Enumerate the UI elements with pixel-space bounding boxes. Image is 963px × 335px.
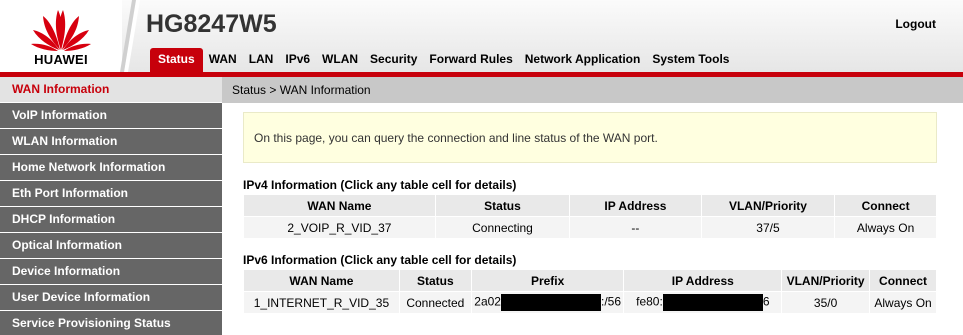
header: HUAWEI HG8247W5 Logout Status WAN LAN IP… [0, 0, 963, 72]
tab-security[interactable]: Security [364, 48, 423, 72]
breadcrumb: Status > WAN Information [222, 77, 963, 103]
logout-link[interactable]: Logout [895, 17, 936, 31]
ip-address-cell[interactable]: fe80: 6 [623, 291, 783, 314]
tab-system-tools[interactable]: System Tools [646, 48, 735, 72]
prefix-start: 2a02 [474, 294, 501, 309]
column-header: Prefix [470, 269, 625, 292]
sidebar-item-eth-port-information[interactable]: Eth Port Information [0, 181, 222, 207]
tab-status[interactable]: Status [150, 48, 203, 72]
page-description: On this page, you can query the connecti… [243, 112, 937, 163]
wan-name-cell[interactable]: 1_INTERNET_R_VID_35 [243, 291, 400, 314]
huawei-flower-icon [31, 10, 91, 51]
tab-ipv6[interactable]: IPv6 [279, 48, 316, 72]
table-row[interactable]: 2_VOIP_R_VID_37 Connecting -- 37/5 Alway… [243, 216, 937, 239]
table-header-row: WAN Name Status Prefix IP Address VLAN/P… [243, 269, 937, 292]
vlan-priority-cell[interactable]: 37/5 [700, 216, 836, 239]
column-header: WAN Name [243, 194, 436, 217]
header-divider [120, 0, 140, 72]
ipv4-section-title: IPv4 Information (Click any table cell f… [243, 178, 517, 192]
sidebar-item-optical-information[interactable]: Optical Information [0, 233, 222, 259]
sidebar-item-home-network-information[interactable]: Home Network Information [0, 155, 222, 181]
column-header: Status [434, 194, 571, 217]
huawei-logo: HUAWEI [0, 0, 122, 72]
redaction-box [500, 294, 601, 311]
main-nav: Status WAN LAN IPv6 WLAN Security Forwar… [150, 48, 735, 72]
tab-network-application[interactable]: Network Application [519, 48, 647, 72]
ip-address-cell[interactable]: -- [569, 216, 702, 239]
column-header: Status [398, 269, 472, 292]
sidebar-item-service-provisioning-status[interactable]: Service Provisioning Status [0, 311, 222, 335]
ipv4-table: WAN Name Status IP Address VLAN/Priority… [243, 194, 937, 239]
ipv6-table: WAN Name Status Prefix IP Address VLAN/P… [243, 269, 937, 314]
wan-name-cell[interactable]: 2_VOIP_R_VID_37 [243, 216, 436, 239]
tab-wan[interactable]: WAN [203, 48, 243, 72]
sidebar-item-user-device-information[interactable]: User Device Information [0, 285, 222, 311]
connect-cell[interactable]: Always On [834, 216, 937, 239]
sidebar-item-device-information[interactable]: Device Information [0, 259, 222, 285]
logo-text: HUAWEI [34, 52, 88, 67]
status-cell[interactable]: Connecting [434, 216, 571, 239]
tab-lan[interactable]: LAN [243, 48, 280, 72]
model-title: HG8247W5 [146, 10, 277, 38]
tab-forward-rules[interactable]: Forward Rules [423, 48, 518, 72]
sidebar-item-wlan-information[interactable]: WLAN Information [0, 129, 222, 155]
column-header: IP Address [569, 194, 702, 217]
tab-wlan[interactable]: WLAN [316, 48, 364, 72]
table-header-row: WAN Name Status IP Address VLAN/Priority… [243, 194, 937, 217]
vlan-priority-cell[interactable]: 35/0 [781, 291, 871, 314]
ipv6-section-title: IPv6 Information (Click any table cell f… [243, 253, 517, 267]
column-header: VLAN/Priority [781, 269, 871, 292]
connect-cell[interactable]: Always On [869, 291, 937, 314]
status-cell[interactable]: Connected [398, 291, 472, 314]
column-header: IP Address [623, 269, 783, 292]
column-header: Connect [834, 194, 937, 217]
sidebar-item-voip-information[interactable]: VoIP Information [0, 103, 222, 129]
redaction-box [662, 294, 763, 311]
ip-start: fe80: [636, 294, 663, 309]
column-header: Connect [869, 269, 937, 292]
column-header: WAN Name [243, 269, 400, 292]
column-header: VLAN/Priority [700, 194, 836, 217]
prefix-end: :/56 [600, 294, 621, 309]
table-row[interactable]: 1_INTERNET_R_VID_35 Connected 2a02 :/56 f… [243, 291, 937, 314]
sidebar: WAN Information VoIP Information WLAN In… [0, 77, 222, 335]
sidebar-item-wan-information[interactable]: WAN Information [0, 77, 222, 103]
ip-end: 6 [762, 294, 770, 309]
prefix-cell[interactable]: 2a02 :/56 [470, 291, 625, 314]
sidebar-item-dhcp-information[interactable]: DHCP Information [0, 207, 222, 233]
